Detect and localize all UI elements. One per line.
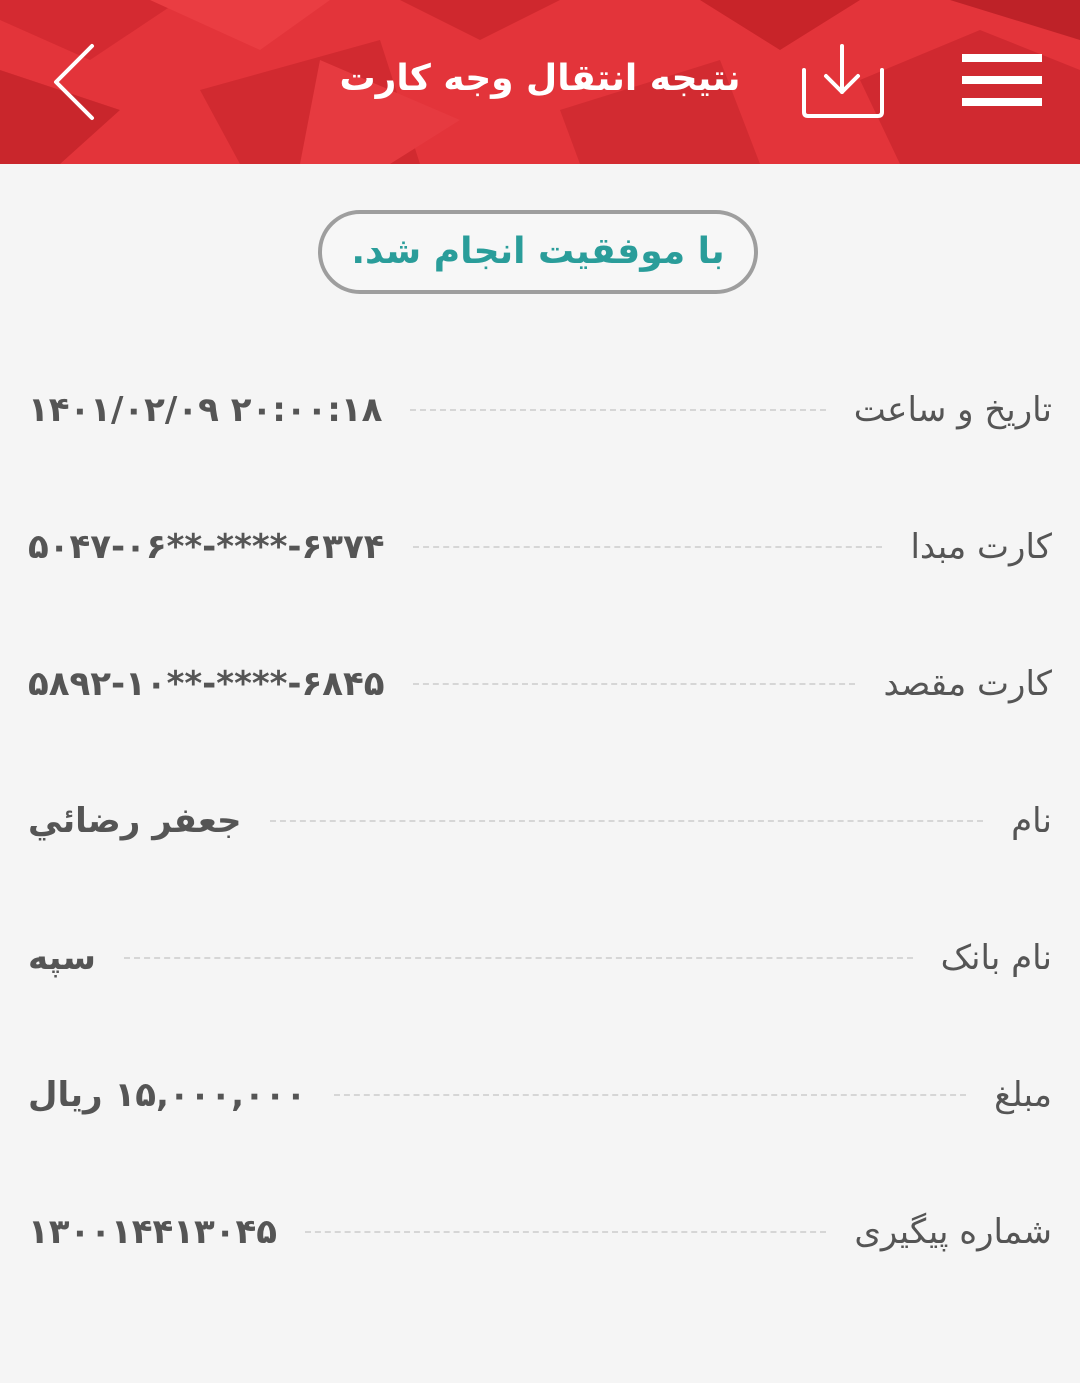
detail-row-source-card: کارت مبدا ۵۰۴۷-۰۶**-****-۶۳۷۴ bbox=[28, 507, 1052, 587]
detail-row-bank-name: نام بانک سپه bbox=[28, 918, 1052, 998]
dotted-separator bbox=[334, 1094, 967, 1096]
dotted-separator bbox=[412, 546, 883, 548]
detail-label: کارت مقصد bbox=[883, 664, 1052, 704]
menu-button[interactable] bbox=[956, 48, 1050, 116]
detail-value: سپه bbox=[28, 938, 96, 978]
detail-value: ۵۸۹۲-۱۰**-****-۶۸۴۵ bbox=[28, 664, 385, 704]
dotted-separator bbox=[305, 1231, 827, 1233]
page-title: نتیجه انتقال وجه کارت bbox=[339, 58, 741, 99]
back-button[interactable] bbox=[36, 36, 116, 128]
dotted-separator bbox=[410, 409, 826, 411]
hamburger-menu-icon bbox=[962, 54, 1042, 106]
detail-value: ۱۴۰۱/۰۲/۰۹ ۲۰:۰۰:۱۸ bbox=[28, 390, 383, 430]
success-status-badge: با موفقیت انجام شد. bbox=[318, 210, 758, 294]
dotted-separator bbox=[412, 683, 856, 685]
dotted-separator bbox=[123, 957, 913, 959]
detail-row-name: نام جعفر رضائي bbox=[28, 781, 1052, 861]
chevron-left-icon bbox=[54, 44, 94, 120]
download-button[interactable] bbox=[796, 40, 892, 124]
detail-value: ۵۰۴۷-۰۶**-****-۶۳۷۴ bbox=[28, 527, 385, 567]
detail-row-tracking-number: شماره پیگیری ۱۳۰۰۱۴۴۱۳۰۴۵ bbox=[28, 1192, 1052, 1272]
detail-label: نام بانک bbox=[940, 938, 1052, 978]
detail-row-destination-card: کارت مقصد ۵۸۹۲-۱۰**-****-۶۸۴۵ bbox=[28, 644, 1052, 724]
download-icon bbox=[802, 44, 884, 118]
dotted-separator bbox=[269, 820, 984, 822]
detail-label: مبلغ bbox=[994, 1075, 1052, 1115]
detail-label: کارت مبدا bbox=[910, 527, 1052, 567]
detail-value: جعفر رضائي bbox=[28, 801, 242, 841]
detail-value: ۱۳۰۰۱۴۴۱۳۰۴۵ bbox=[28, 1212, 278, 1252]
detail-value: ۱۵,۰۰۰,۰۰۰ ریال bbox=[28, 1075, 307, 1115]
detail-label: نام bbox=[1011, 801, 1052, 841]
detail-label: شماره پیگیری bbox=[854, 1212, 1052, 1252]
detail-row-amount: مبلغ ۱۵,۰۰۰,۰۰۰ ریال bbox=[28, 1055, 1052, 1135]
detail-row-datetime: تاریخ و ساعت ۱۴۰۱/۰۲/۰۹ ۲۰:۰۰:۱۸ bbox=[28, 370, 1052, 450]
app-header: نتیجه انتقال وجه کارت bbox=[0, 0, 1080, 164]
detail-label: تاریخ و ساعت bbox=[853, 390, 1052, 430]
